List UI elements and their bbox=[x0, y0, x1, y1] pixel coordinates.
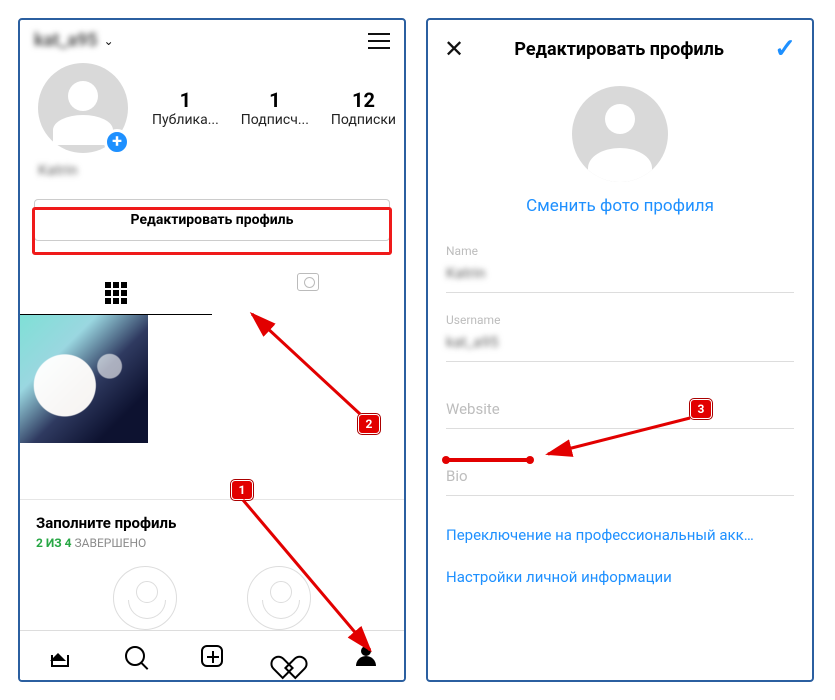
edit-profile-screen: ✕ Редактировать профиль ✓ Сменить фото п… bbox=[426, 18, 814, 682]
profile-stats-row: + 1 Публика... 1 Подписч... 12 Подписки bbox=[20, 61, 404, 161]
field-username[interactable]: Username kat_a95 bbox=[446, 303, 794, 362]
username-text: kat_a95 bbox=[34, 30, 98, 51]
bottom-nav bbox=[20, 630, 404, 680]
grid-icon bbox=[105, 282, 127, 304]
nav-activity[interactable] bbox=[250, 631, 327, 680]
add-icon bbox=[201, 645, 223, 667]
switch-professional-link[interactable]: Переключение на профессиональный акк… bbox=[428, 506, 812, 564]
tab-grid[interactable] bbox=[20, 263, 212, 315]
edit-profile-button[interactable]: Редактировать профиль bbox=[34, 199, 390, 241]
annotation-badge-2: 2 bbox=[358, 414, 380, 434]
profile-header: kat_a95 ⌄ bbox=[20, 20, 404, 61]
personal-info-link[interactable]: Настройки личной информации bbox=[428, 564, 812, 602]
suggestion-avatar-icon[interactable] bbox=[113, 566, 177, 630]
complete-profile-title: Заполните профиль bbox=[36, 514, 388, 532]
complete-profile-progress: 2 ИЗ 4 ЗАВЕРШЕНО bbox=[36, 536, 388, 550]
field-name[interactable]: Name Katrin bbox=[446, 234, 794, 293]
nav-search[interactable] bbox=[97, 631, 174, 680]
stat-posts[interactable]: 1 Публика... bbox=[152, 88, 219, 128]
menu-icon[interactable] bbox=[368, 33, 390, 49]
annotation-badge-3: 3 bbox=[690, 399, 712, 419]
nav-add[interactable] bbox=[174, 631, 251, 680]
post-thumbnail[interactable] bbox=[20, 315, 148, 443]
nav-home[interactable] bbox=[20, 631, 97, 680]
close-icon[interactable]: ✕ bbox=[444, 37, 464, 61]
profile-screen: kat_a95 ⌄ + 1 Публика... 1 Подписч... bbox=[18, 18, 406, 682]
complete-profile-card: Заполните профиль 2 ИЗ 4 ЗАВЕРШЕНО bbox=[20, 499, 404, 630]
annotation-badge-1: 1 bbox=[231, 480, 253, 500]
profile-name: Katrin bbox=[20, 161, 404, 187]
field-bio[interactable]: Bio bbox=[446, 457, 794, 496]
username-switcher[interactable]: kat_a95 ⌄ bbox=[34, 30, 114, 51]
edit-avatar[interactable] bbox=[572, 86, 668, 182]
chevron-down-icon: ⌄ bbox=[104, 34, 114, 48]
stat-following[interactable]: 12 Подписки bbox=[331, 88, 396, 128]
search-icon bbox=[125, 646, 145, 666]
field-website[interactable]: Website bbox=[446, 390, 794, 429]
nav-profile[interactable] bbox=[327, 631, 404, 680]
stat-followers[interactable]: 1 Подписч... bbox=[241, 88, 309, 128]
suggestion-avatar-icon[interactable] bbox=[247, 566, 311, 630]
heart-icon bbox=[278, 646, 300, 666]
edit-header: ✕ Редактировать профиль ✓ bbox=[428, 20, 812, 78]
confirm-icon[interactable]: ✓ bbox=[774, 34, 796, 64]
edit-title: Редактировать профиль bbox=[514, 39, 723, 60]
tab-tagged[interactable] bbox=[212, 263, 404, 315]
profile-icon bbox=[356, 646, 376, 666]
home-icon bbox=[47, 645, 69, 667]
add-story-icon[interactable]: + bbox=[104, 129, 130, 155]
change-photo-link[interactable]: Сменить фото профиля bbox=[428, 196, 812, 234]
profile-tabs bbox=[20, 263, 404, 315]
tagged-icon bbox=[297, 273, 319, 291]
avatar[interactable]: + bbox=[38, 63, 128, 153]
